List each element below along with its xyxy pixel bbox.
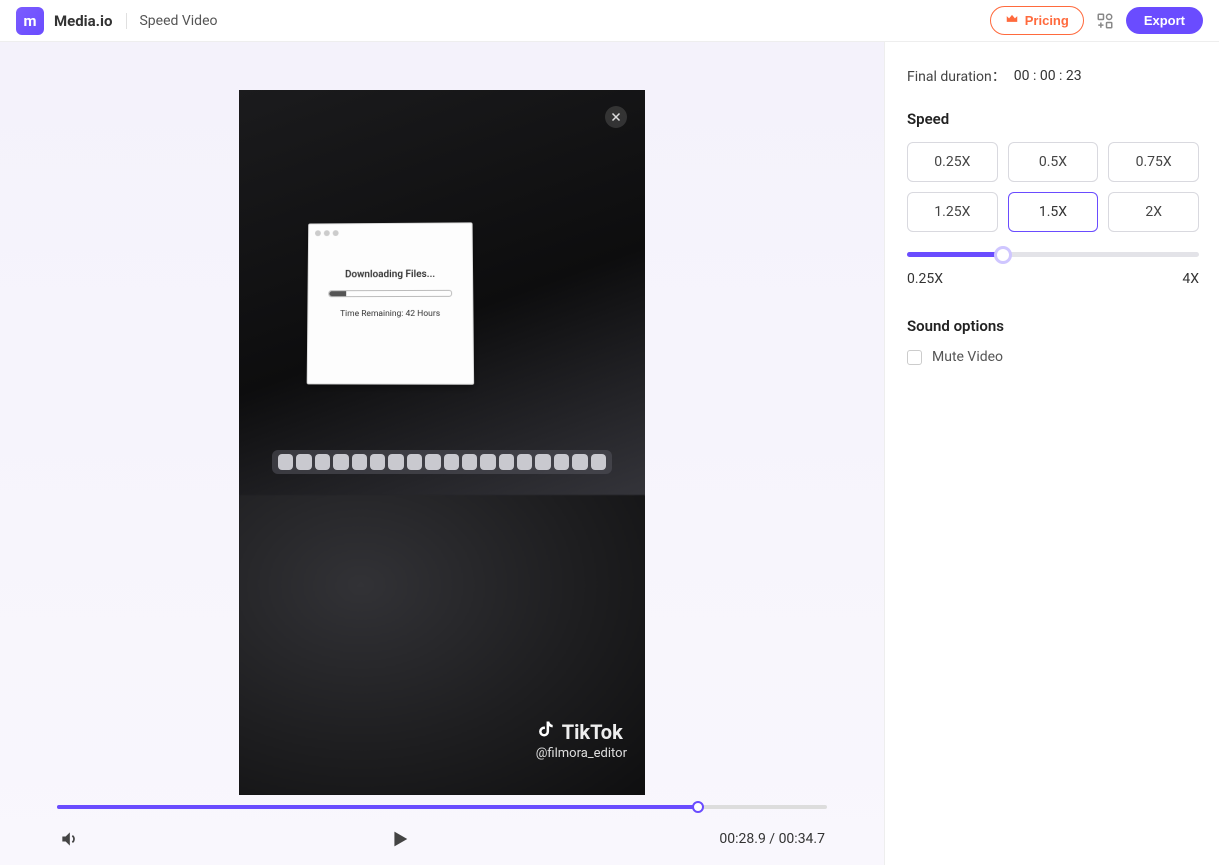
export-button[interactable]: Export	[1126, 7, 1203, 34]
speed-slider-min-label: 0.25X	[907, 271, 943, 287]
brand-name[interactable]: Media.io	[54, 12, 112, 30]
speed-option-1-5x[interactable]: 1.5X	[1008, 192, 1099, 232]
volume-icon[interactable]	[59, 829, 79, 849]
speed-option-0-75x[interactable]: 0.75X	[1108, 142, 1199, 182]
pricing-label: Pricing	[1025, 13, 1069, 28]
player-bar: 00:28.9 / 00:34.7	[57, 805, 827, 857]
download-time-remaining: Time Remaining: 42 Hours	[314, 309, 466, 319]
sound-section-title: Sound options	[907, 317, 1199, 335]
workspace: Downloading Files... Time Remaining: 42 …	[0, 42, 1219, 865]
crown-icon	[1005, 12, 1019, 29]
pricing-button[interactable]: Pricing	[990, 6, 1084, 35]
speed-slider-max-label: 4X	[1182, 271, 1199, 287]
video-progress-fill	[57, 805, 698, 809]
final-duration-label: Final duration：	[907, 66, 1006, 86]
side-panel: Final duration： 00 : 00 : 23 Speed 0.25X…	[885, 42, 1219, 865]
preview-area: Downloading Files... Time Remaining: 42 …	[0, 42, 885, 865]
tiktok-watermark: TikTok @filmora_editor	[536, 719, 627, 761]
speed-section-title: Speed	[907, 110, 1199, 128]
app-header: m Media.io Speed Video Pricing Export	[0, 0, 1219, 42]
play-icon[interactable]	[388, 828, 410, 850]
macos-dock	[272, 450, 612, 474]
download-progress-bar	[328, 290, 452, 297]
speed-option-1-25x[interactable]: 1.25X	[907, 192, 998, 232]
speed-slider-box: 0.25X 4X	[907, 252, 1199, 287]
speed-option-2x[interactable]: 2X	[1108, 192, 1199, 232]
mute-video-label: Mute Video	[932, 349, 1003, 365]
mute-video-checkbox[interactable]: Mute Video	[907, 349, 1199, 365]
speed-slider[interactable]	[907, 252, 1199, 257]
download-popup: Downloading Files... Time Remaining: 42 …	[307, 222, 474, 384]
tiktok-handle: @filmora_editor	[536, 746, 627, 761]
speed-option-0-25x[interactable]: 0.25X	[907, 142, 998, 182]
checkbox-box	[907, 350, 922, 365]
header-right: Pricing Export	[990, 6, 1203, 35]
speed-slider-fill	[907, 252, 1003, 257]
video-progress-knob[interactable]	[692, 801, 704, 813]
speed-options-grid: 0.25X0.5X0.75X 1.25X1.5X2X	[907, 142, 1199, 232]
tiktok-icon	[536, 719, 556, 744]
video-progress-track[interactable]	[57, 805, 827, 809]
video-preview[interactable]: Downloading Files... Time Remaining: 42 …	[239, 90, 645, 795]
apps-icon[interactable]	[1096, 12, 1114, 30]
timecode: 00:28.9 / 00:34.7	[719, 831, 825, 847]
speed-slider-knob[interactable]	[997, 249, 1009, 261]
download-title: Downloading Files...	[315, 269, 467, 281]
final-duration-row: Final duration： 00 : 00 : 23	[907, 66, 1199, 86]
final-duration-value: 00 : 00 : 23	[1014, 68, 1082, 84]
close-icon[interactable]	[605, 106, 627, 128]
speed-option-0-5x[interactable]: 0.5X	[1008, 142, 1099, 182]
tool-name: Speed Video	[126, 13, 217, 29]
brand-logo[interactable]: m	[16, 7, 44, 35]
header-left: m Media.io Speed Video	[16, 7, 217, 35]
tiktok-label: TikTok	[562, 720, 623, 744]
